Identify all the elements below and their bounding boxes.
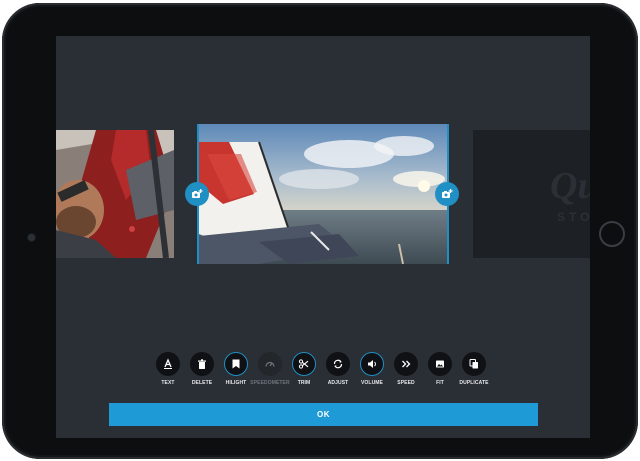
rotate-icon xyxy=(333,359,343,369)
image-fit-icon xyxy=(436,360,444,368)
tool-text-button[interactable] xyxy=(156,352,180,376)
tool-fit-button[interactable] xyxy=(428,352,452,376)
tool-label: SPEED xyxy=(397,380,415,386)
tool-label: TEXT xyxy=(161,380,175,386)
speedometer-icon xyxy=(265,361,275,367)
add-photo-icon xyxy=(192,189,203,198)
front-camera xyxy=(28,234,35,241)
tool-label: DELETE xyxy=(191,380,213,386)
insert-media-button-left[interactable] xyxy=(185,182,209,206)
fast-forward-icon xyxy=(402,360,411,368)
tool-label: DUPLICATE xyxy=(459,380,489,386)
tool-hilight-button[interactable] xyxy=(224,352,248,376)
insert-media-button-right[interactable] xyxy=(435,182,459,206)
trash-icon xyxy=(198,359,206,369)
clip-thumbnail-previous[interactable] xyxy=(56,130,174,258)
tool-adjust-button[interactable] xyxy=(326,352,350,376)
clip-thumbnail-selected[interactable] xyxy=(197,124,449,264)
tool-label: VOLUME xyxy=(361,380,383,386)
tool-label: HILIGHT xyxy=(225,380,247,386)
home-button[interactable] xyxy=(599,221,625,247)
add-photo-icon xyxy=(442,189,453,198)
tool-volume-button[interactable] xyxy=(360,352,384,376)
clip-previous-image xyxy=(56,130,174,258)
speaker-icon xyxy=(368,360,376,368)
tool-duplicate-button[interactable] xyxy=(462,352,486,376)
tool-delete-button[interactable] xyxy=(190,352,214,376)
brand-ghost-subtext: STO xyxy=(557,210,590,224)
editor-screen: Qui STO xyxy=(56,36,590,438)
scissors-icon xyxy=(298,359,309,369)
duplicate-icon xyxy=(469,359,478,369)
tool-speedometer-button[interactable] xyxy=(258,352,282,376)
tool-label: ADJUST xyxy=(327,380,349,386)
ok-button[interactable]: OK xyxy=(109,403,538,426)
tool-speed-button[interactable] xyxy=(394,352,418,376)
edit-toolbar: TEXT DELETE HILIGHT SPEEDOMETER TRIM ADJ… xyxy=(148,352,498,392)
tool-duplicate[interactable]: DUPLICATE xyxy=(454,352,494,386)
tool-trim-button[interactable] xyxy=(292,352,316,376)
highlight-tag-icon xyxy=(232,359,240,369)
tool-label: FIT xyxy=(436,380,444,386)
brand-ghost-text: Qui xyxy=(550,165,590,207)
clip-thumbnail-next[interactable]: Qui STO xyxy=(473,130,590,258)
tool-label: TRIM xyxy=(297,380,311,386)
text-icon xyxy=(164,358,172,369)
tablet-frame: Qui STO xyxy=(2,3,638,459)
clip-selected-image xyxy=(199,124,447,264)
